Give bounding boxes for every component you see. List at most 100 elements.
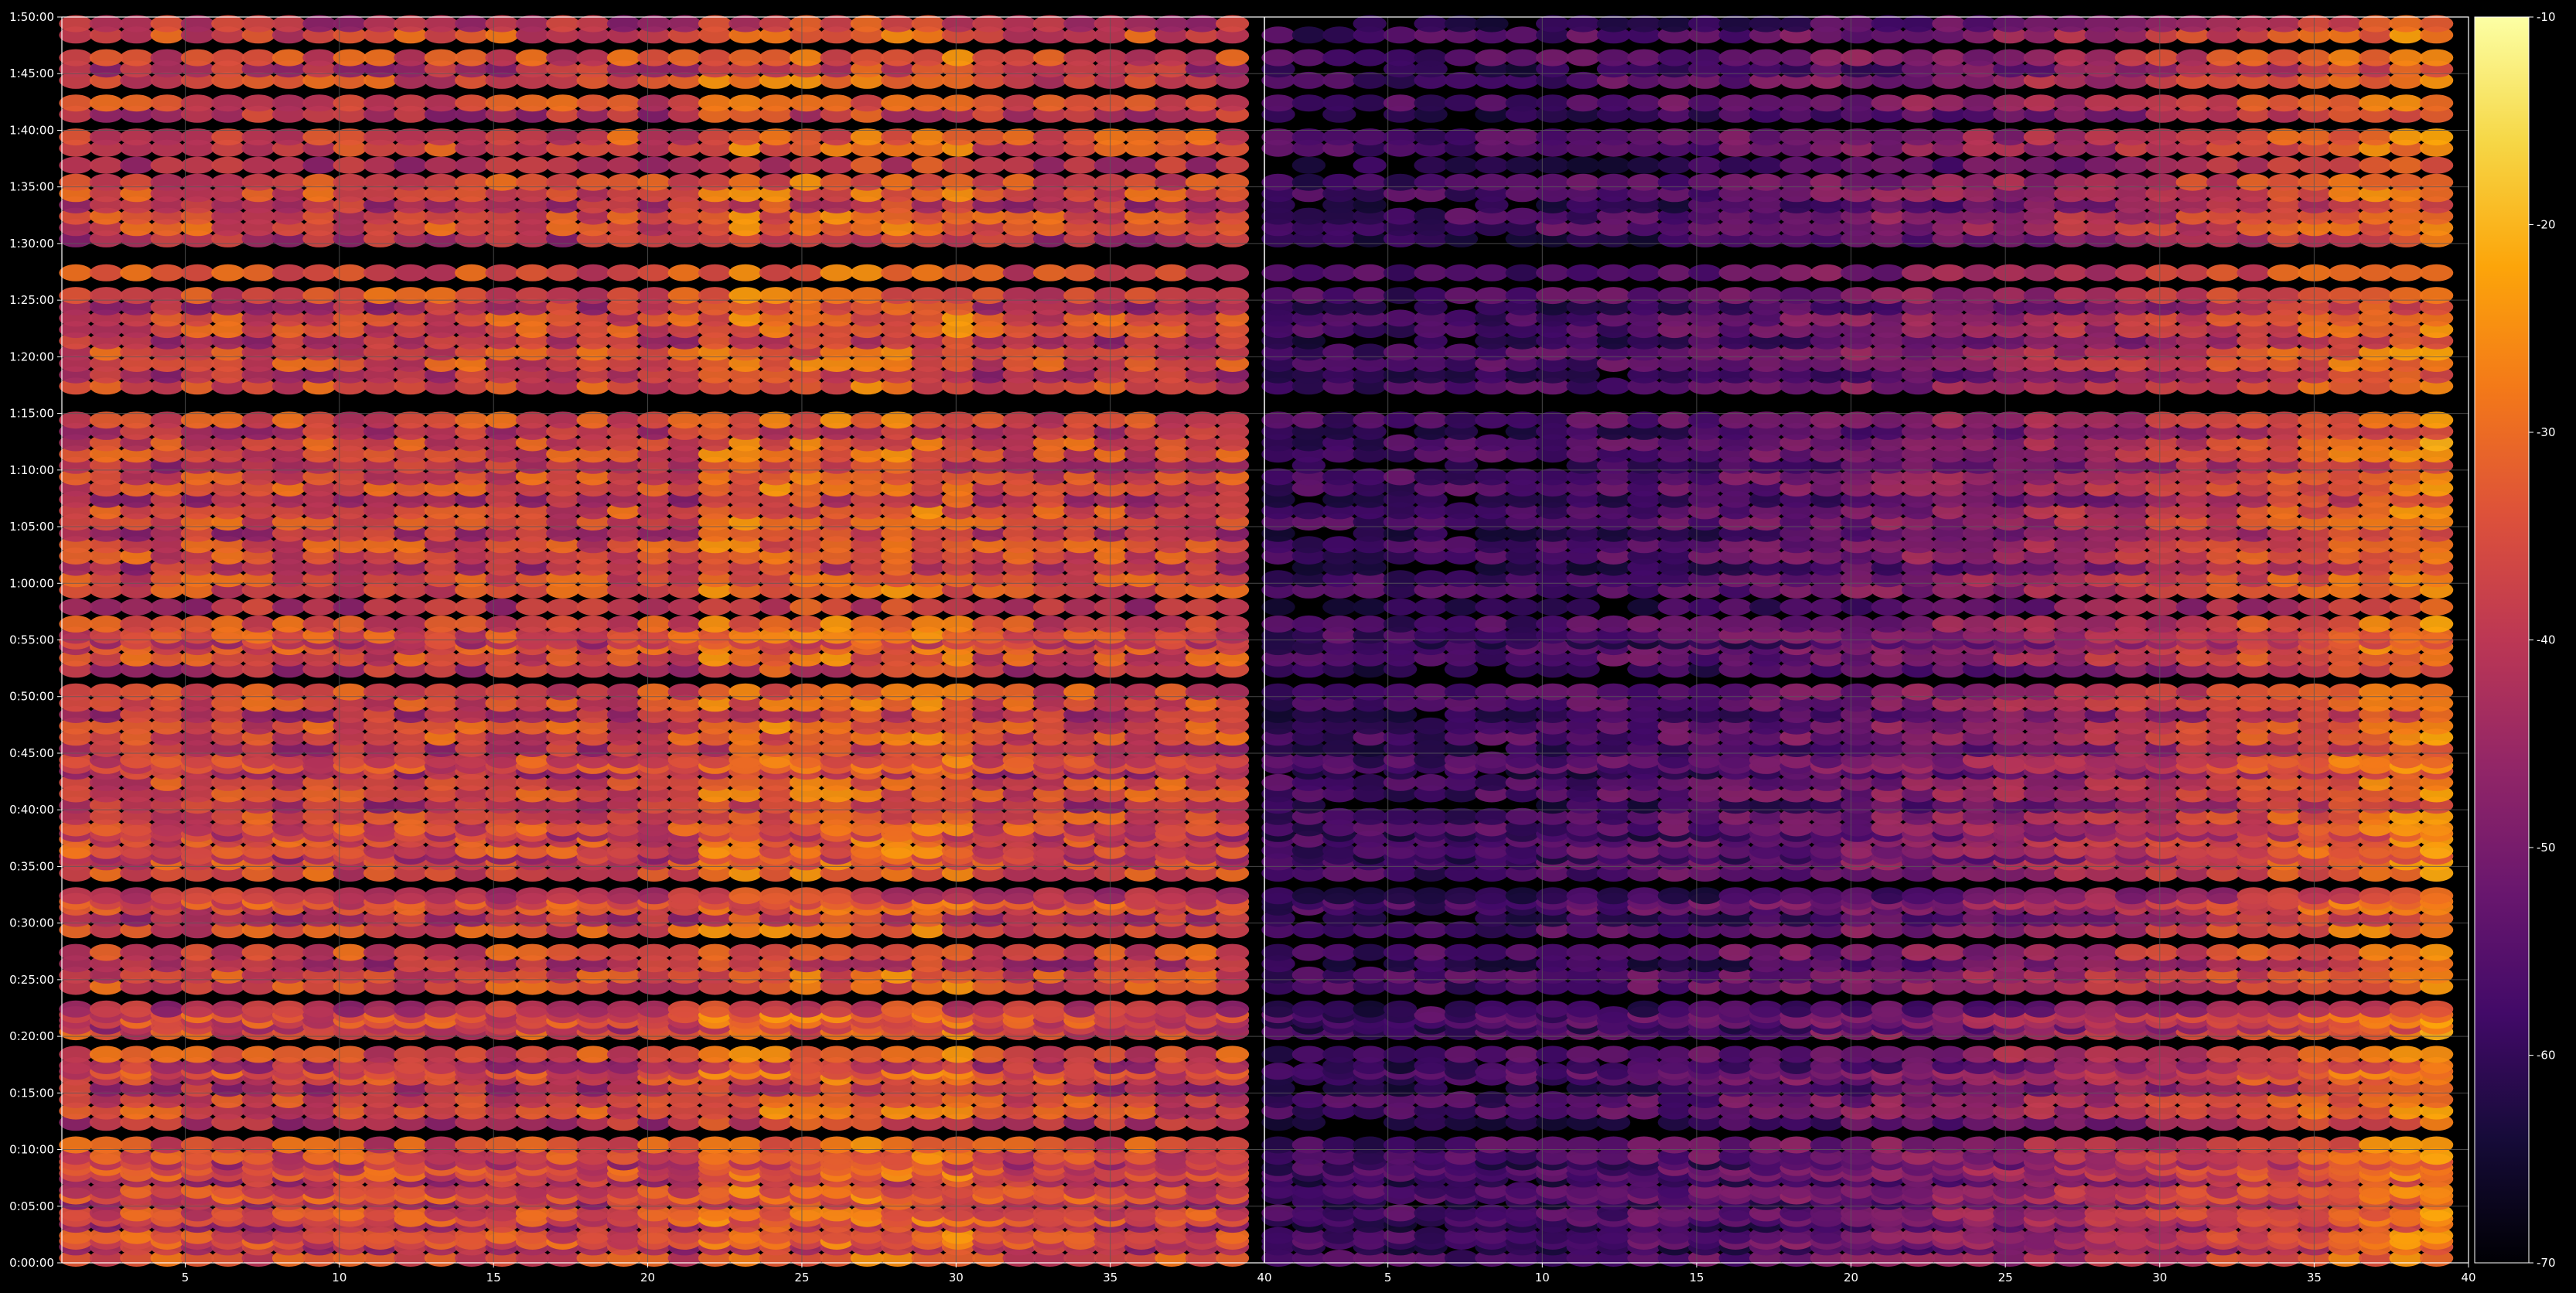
heatmap-cell [2206,1136,2240,1154]
heatmap-cell [180,411,214,429]
heatmap-cell [271,598,306,616]
heatmap-cell [606,173,641,191]
heatmap-cell [455,887,489,905]
heatmap-cell [850,598,884,616]
heatmap-cell [606,598,641,616]
heatmap-cell [911,94,945,112]
heatmap-cell [59,173,93,191]
heatmap-cell [1032,49,1067,67]
heatmap-cell [59,1000,93,1018]
heatmap-cell [546,15,580,32]
heatmap-cell [820,173,854,191]
heatmap-cell [1094,264,1128,281]
heatmap-cell [1032,1000,1067,1018]
heatmap-cell [302,173,336,191]
heatmap-cell [1032,1046,1067,1063]
heatmap-cell [241,287,275,305]
heatmap-cell [1063,128,1097,146]
heatmap-cell [850,173,884,191]
heatmap-cell [972,15,1006,32]
heatmap-cell [759,264,793,281]
heatmap-cell [485,264,519,281]
heatmap-cell [728,94,763,112]
heatmap-cell [759,1000,793,1018]
heatmap-cell [972,683,1006,701]
heatmap-cell [455,1046,489,1063]
heatmap-cell [790,1046,824,1063]
heatmap-cell [1216,156,1250,174]
heatmap-cell [394,49,428,67]
heatmap-cell [1094,598,1128,616]
heatmap-cell [1002,156,1036,174]
heatmap-cell [790,264,824,281]
heatmap-cell [911,128,945,146]
heatmap-cell [1216,1000,1250,1018]
heatmap-cell [606,1046,641,1063]
heatmap-cell [180,615,214,633]
heatmap-cell [89,264,123,281]
heatmap-cell [150,615,184,633]
heatmap-cell [1094,287,1128,305]
heatmap-cell [515,943,550,961]
heatmap-cell [606,128,641,146]
heatmap-cell [850,49,884,67]
heatmap-cell [1032,887,1067,905]
heatmap-cell [1094,943,1128,961]
heatmap-cell [89,94,123,112]
heatmap-cell [180,683,214,701]
heatmap-cell [1002,683,1036,701]
heatmap-cell [515,173,550,191]
heatmap-cell [59,1136,93,1154]
heatmap-cell [211,1046,245,1063]
heatmap-cell [850,15,884,32]
heatmap-cell [394,1000,428,1018]
heatmap-cell [1032,94,1067,112]
heatmap-cell [455,1136,489,1154]
heatmap-cell [363,598,397,616]
heatmap-cell [759,173,793,191]
heatmap-cell [941,943,975,961]
heatmap-cell [2298,1136,2332,1154]
heatmap-cell [302,94,336,112]
heatmap-cell [302,49,336,67]
heatmap-cell [485,156,519,174]
heatmap-cell [333,615,367,633]
heatmap-cell [576,287,610,305]
heatmap-cell [211,1136,245,1154]
heatmap-cell [424,94,458,112]
heatmap-cell [333,887,367,905]
heatmap-cell [881,1136,915,1154]
heatmap-cell [820,15,854,32]
heatmap-cell [881,156,915,174]
heatmap-cell [728,1046,763,1063]
heatmap-cell [1155,15,1189,32]
heatmap-cell [1383,1204,1418,1222]
heatmap-cell [1475,1091,1509,1108]
heatmap-cell [150,264,184,281]
heatmap-cell [180,943,214,961]
heatmap-cell [211,615,245,633]
heatmap-cell [302,1046,336,1063]
heatmap-cell [1993,1136,2027,1154]
heatmap-cell [850,156,884,174]
heatmap-cell [911,943,945,961]
heatmap-cell [271,1046,306,1063]
heatmap-cell [180,264,214,281]
heatmap-cell [363,943,397,961]
heatmap-cell [211,49,245,67]
heatmap-cell [576,94,610,112]
heatmap-cell [1414,1204,1448,1222]
heatmap-cell [1002,49,1036,67]
heatmap-cell [972,264,1006,281]
heatmap-cell [1216,683,1250,701]
heatmap-cell [881,49,915,67]
heatmap-cell [333,1046,367,1063]
heatmap-cell [606,683,641,701]
heatmap-cell [120,615,154,633]
heatmap-cell [2267,1136,2301,1154]
heatmap-cell [1871,1136,1905,1154]
heatmap-cell [120,49,154,67]
heatmap-cell [1094,94,1128,112]
heatmap-cell [89,615,123,633]
heatmap-cell [637,287,671,305]
